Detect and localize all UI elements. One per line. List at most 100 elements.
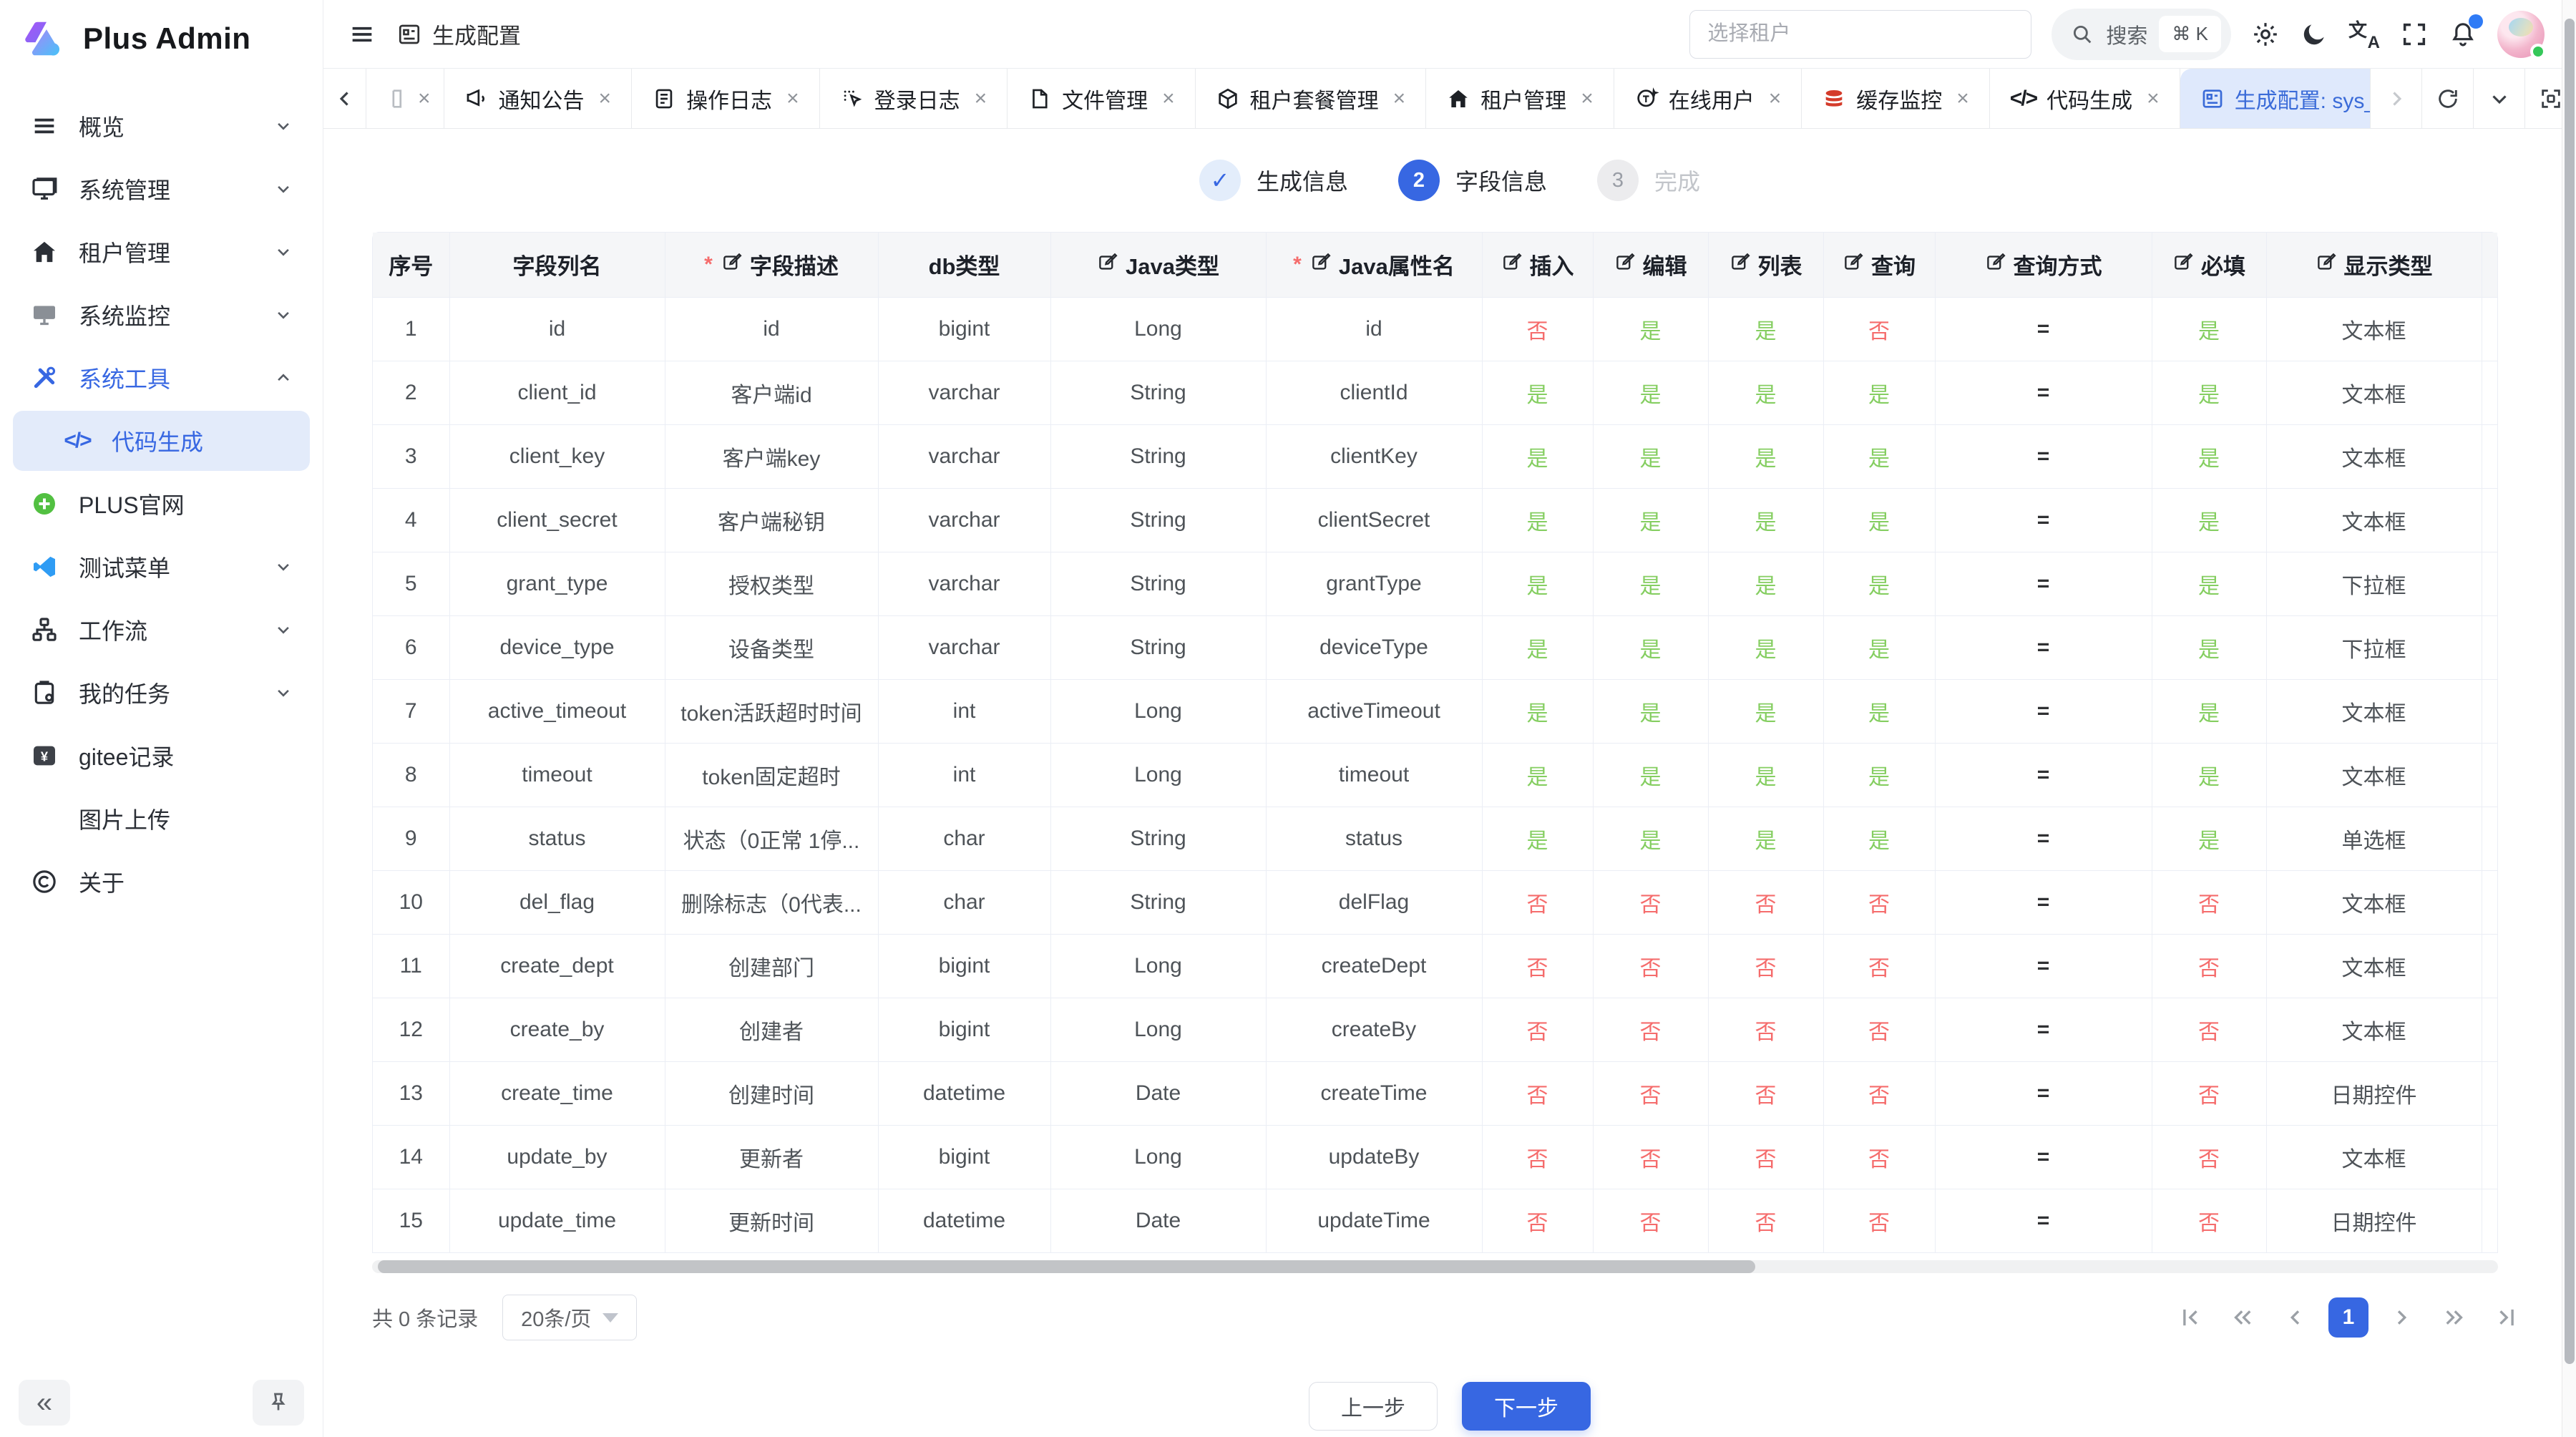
toggle-query-link[interactable]: 否: [1868, 320, 1890, 344]
jump-forward-button[interactable]: [2434, 1297, 2474, 1338]
toggle-edit-link[interactable]: 是: [1640, 384, 1662, 407]
previous-page-button[interactable]: [2275, 1297, 2316, 1338]
tab-close-icon[interactable]: ×: [1769, 87, 1782, 111]
toggle-required-link[interactable]: 是: [2198, 575, 2220, 598]
col-insert[interactable]: 插入: [1482, 233, 1593, 297]
col-required[interactable]: 必填: [2152, 233, 2266, 297]
toggle-required-link[interactable]: 是: [2198, 638, 2220, 662]
toggle-required-link[interactable]: 是: [2198, 829, 2220, 853]
tab-notice[interactable]: 通知公告×: [444, 69, 633, 128]
jump-back-button[interactable]: [2223, 1297, 2263, 1338]
tabs-scroll-left-button[interactable]: [323, 69, 366, 128]
tab-close-icon[interactable]: ×: [599, 87, 612, 111]
toggle-query-link[interactable]: 是: [1868, 511, 1890, 535]
tab-close-icon[interactable]: ×: [418, 87, 431, 111]
query-mode-value[interactable]: =: [2037, 699, 2050, 723]
toggle-edit-link[interactable]: 否: [1640, 1148, 1662, 1171]
tab-close-icon[interactable]: ×: [975, 87, 987, 111]
tab-close-icon[interactable]: ×: [1393, 87, 1406, 111]
toggle-list-link[interactable]: 是: [1755, 511, 1777, 535]
toggle-list-link[interactable]: 是: [1755, 575, 1777, 598]
toggle-list-link[interactable]: 是: [1755, 320, 1777, 344]
current-page-button[interactable]: 1: [2328, 1297, 2368, 1338]
sidebar-item-system-management[interactable]: 系统管理: [13, 159, 310, 219]
query-mode-value[interactable]: =: [2037, 1018, 2050, 1041]
toggle-edit-link[interactable]: 是: [1640, 447, 1662, 471]
tab-close-icon[interactable]: ×: [1956, 87, 1969, 111]
toggle-insert-link[interactable]: 是: [1527, 766, 1548, 789]
tab-close-icon[interactable]: ×: [2147, 87, 2160, 111]
search-trigger[interactable]: 搜索 ⌘ K: [2051, 9, 2231, 60]
toggle-edit-link[interactable]: 是: [1640, 575, 1662, 598]
toggle-query-link[interactable]: 否: [1868, 1020, 1890, 1044]
tenant-select-input[interactable]: [1689, 10, 2031, 59]
toggle-required-link[interactable]: 否: [2198, 1020, 2220, 1044]
fullscreen-icon[interactable]: [2400, 20, 2429, 49]
translate-icon[interactable]: 文 A: [2348, 19, 2380, 50]
toggle-insert-link[interactable]: 否: [1527, 893, 1548, 917]
toggle-required-link[interactable]: 是: [2198, 511, 2220, 535]
toggle-query-link[interactable]: 是: [1868, 384, 1890, 407]
toggle-edit-link[interactable]: 是: [1640, 511, 1662, 535]
toggle-required-link[interactable]: 否: [2198, 1148, 2220, 1171]
display-type-value[interactable]: 日期控件: [2331, 1212, 2417, 1235]
step-complete[interactable]: 3 完成: [1597, 160, 1700, 201]
notifications-bell-icon[interactable]: [2449, 20, 2477, 49]
hamburger-menu-icon[interactable]: [348, 20, 376, 49]
toggle-insert-link[interactable]: 否: [1527, 1084, 1548, 1108]
sidebar-item-system-monitoring[interactable]: 系统监控: [13, 285, 310, 345]
previous-step-button[interactable]: 上一步: [1309, 1382, 1438, 1431]
toggle-edit-link[interactable]: 否: [1640, 1084, 1662, 1108]
toggle-required-link[interactable]: 否: [2198, 1212, 2220, 1235]
toggle-insert-link[interactable]: 是: [1527, 638, 1548, 662]
toggle-list-link[interactable]: 否: [1755, 1148, 1777, 1171]
display-type-value[interactable]: 单选框: [2342, 829, 2406, 853]
display-type-value[interactable]: 文本框: [2342, 1148, 2406, 1171]
display-type-value[interactable]: 下拉框: [2342, 575, 2406, 598]
toggle-query-link[interactable]: 是: [1868, 766, 1890, 789]
toggle-required-link[interactable]: 是: [2198, 447, 2220, 471]
sidebar-collapse-button[interactable]: «: [19, 1380, 70, 1426]
toggle-required-link[interactable]: 否: [2198, 1084, 2220, 1108]
query-mode-value[interactable]: =: [2037, 317, 2050, 341]
col-query-mode[interactable]: 查询方式: [1935, 233, 2152, 297]
col-display-type[interactable]: 显示类型: [2266, 233, 2482, 297]
query-mode-value[interactable]: =: [2037, 1145, 2050, 1169]
toggle-query-link[interactable]: 否: [1868, 893, 1890, 917]
toggle-insert-link[interactable]: 否: [1527, 957, 1548, 980]
tab-cache-monitor[interactable]: 缓存监控×: [1802, 69, 1990, 128]
toggle-list-link[interactable]: 是: [1755, 829, 1777, 853]
toggle-insert-link[interactable]: 是: [1527, 575, 1548, 598]
toggle-insert-link[interactable]: 是: [1527, 511, 1548, 535]
settings-gear-icon[interactable]: [2251, 20, 2280, 49]
toggle-insert-link[interactable]: 是: [1527, 829, 1548, 853]
toggle-insert-link[interactable]: 是: [1527, 384, 1548, 407]
col-description[interactable]: *字段描述: [665, 233, 878, 297]
col-query[interactable]: 查询: [1823, 233, 1935, 297]
display-type-value[interactable]: 文本框: [2342, 384, 2406, 407]
table-horizontal-scrollbar[interactable]: [372, 1260, 2498, 1273]
next-step-button[interactable]: 下一步: [1462, 1382, 1591, 1431]
toggle-insert-link[interactable]: 否: [1527, 1148, 1548, 1171]
sidebar-item-tenant-management[interactable]: 租户管理: [13, 222, 310, 282]
query-mode-value[interactable]: =: [2037, 635, 2050, 659]
display-type-value[interactable]: 文本框: [2342, 702, 2406, 726]
toggle-edit-link[interactable]: 否: [1640, 957, 1662, 980]
tab-file-management[interactable]: 文件管理×: [1008, 69, 1196, 128]
sidebar-item-plus-site[interactable]: PLUS官网: [13, 474, 310, 534]
toggle-insert-link[interactable]: 否: [1527, 1020, 1548, 1044]
toggle-required-link[interactable]: 是: [2198, 766, 2220, 789]
toggle-query-link[interactable]: 是: [1868, 638, 1890, 662]
toggle-required-link[interactable]: 是: [2198, 702, 2220, 726]
tab-tenant-management[interactable]: 租户管理×: [1426, 69, 1614, 128]
step-field-info[interactable]: 2 字段信息: [1398, 160, 1547, 201]
tabs-scroll-right-button[interactable]: [2370, 69, 2421, 128]
toggle-query-link[interactable]: 是: [1868, 829, 1890, 853]
query-mode-value[interactable]: =: [2037, 381, 2050, 404]
step-generation-info[interactable]: ✓ 生成信息: [1199, 160, 1348, 201]
toggle-edit-link[interactable]: 是: [1640, 320, 1662, 344]
display-type-value[interactable]: 文本框: [2342, 1020, 2406, 1044]
sidebar-item-workflow[interactable]: 工作流: [13, 600, 310, 660]
sidebar-item-about[interactable]: 关于: [13, 852, 310, 912]
toggle-edit-link[interactable]: 否: [1640, 1212, 1662, 1235]
